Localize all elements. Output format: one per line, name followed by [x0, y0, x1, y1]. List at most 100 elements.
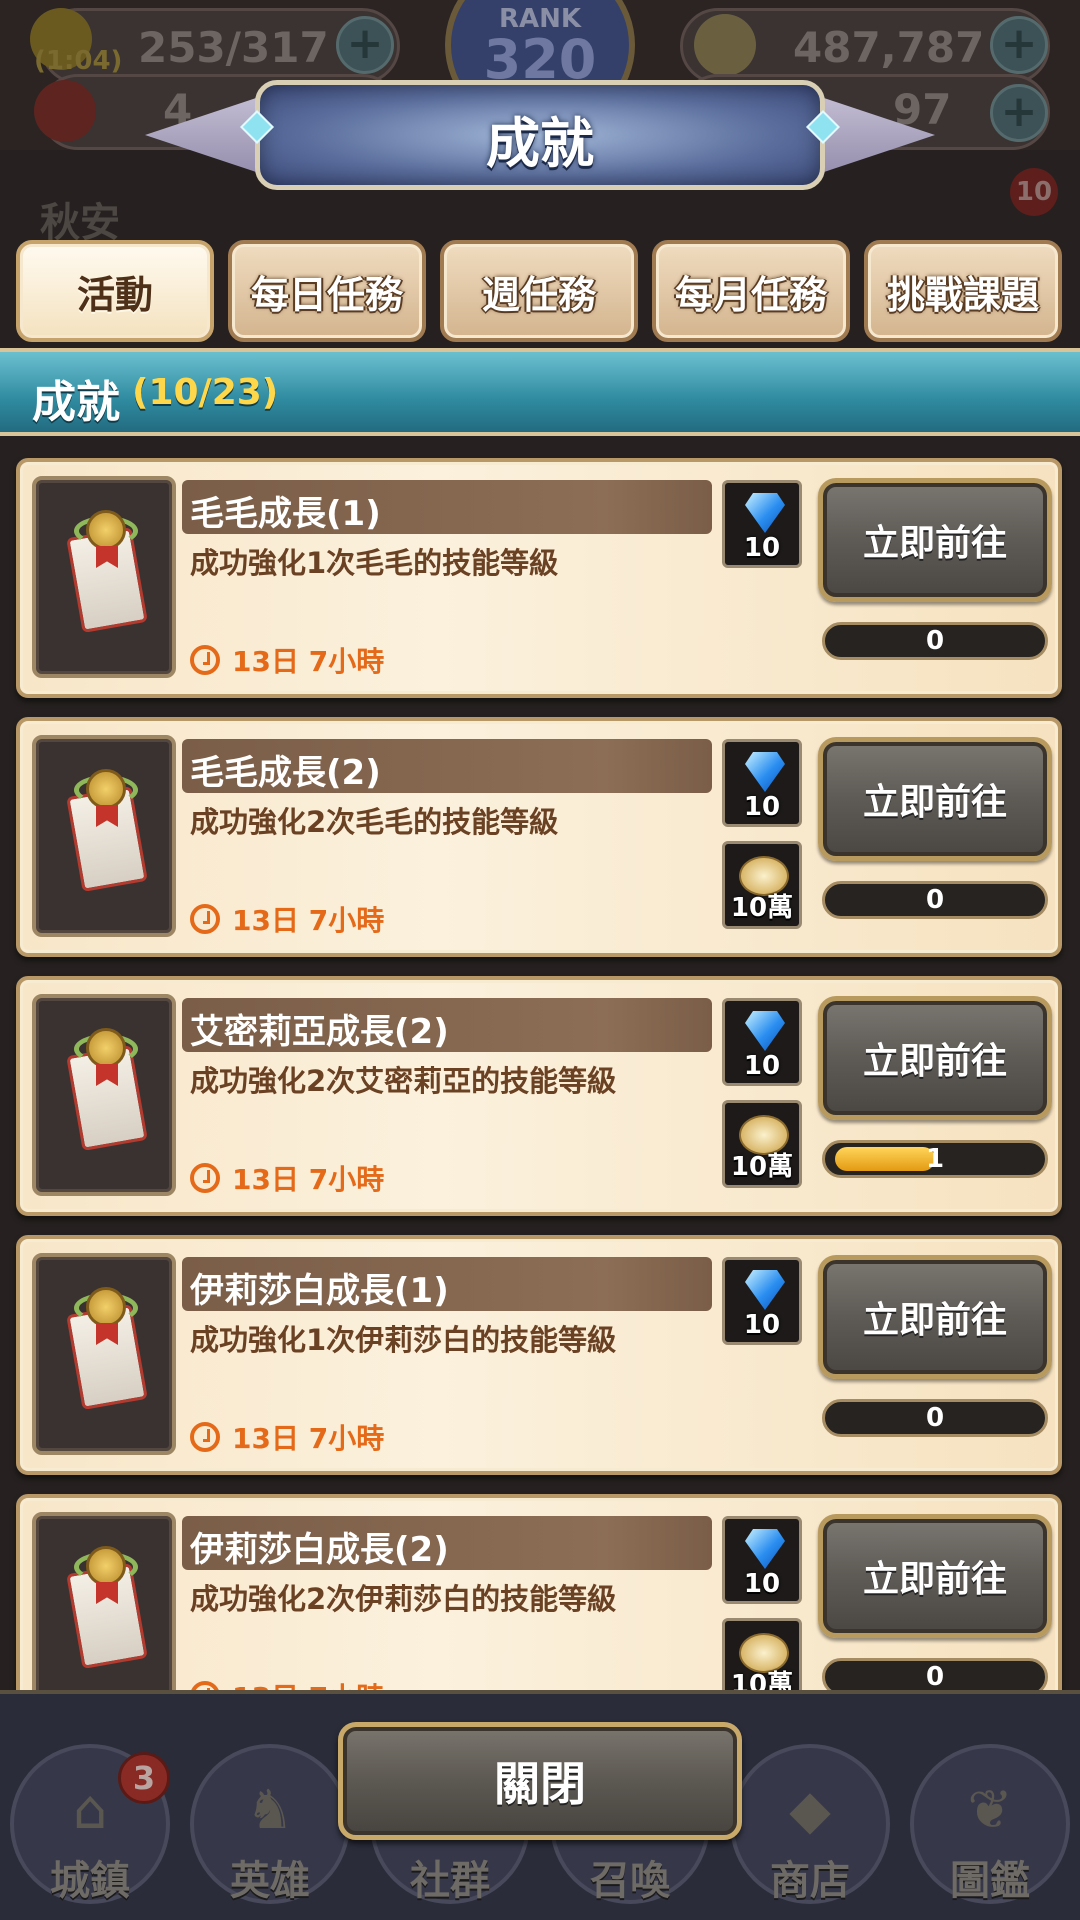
gem-icon — [745, 493, 785, 533]
reward-amount: 10 — [743, 1051, 781, 1081]
achievement-name: 艾密莉亞成長(2) — [190, 1012, 449, 1052]
reward-amount: 10萬 — [730, 1670, 794, 1690]
progress-bar: 0 — [822, 1399, 1048, 1437]
clock-icon — [190, 904, 220, 934]
gold-value: 487,787 — [793, 23, 985, 72]
progress-bar: 1 — [822, 1140, 1048, 1178]
clock-icon — [190, 645, 220, 675]
reward-amount: 10 — [743, 792, 781, 822]
tab-label: 挑戰課題 — [886, 272, 1039, 317]
reward-amount: 10萬 — [730, 1152, 794, 1182]
timer-text: 13日 7小時 — [232, 904, 385, 937]
tab-label: 每日任務 — [250, 272, 403, 317]
timer-text: 13日 7小時 — [232, 1163, 385, 1196]
go-now-button[interactable]: 立即前往 — [818, 1255, 1052, 1379]
reward-slot[interactable]: 10萬 — [722, 1100, 802, 1188]
tab-challenge[interactable]: 挑戰課題 — [864, 240, 1062, 342]
go-now-button[interactable]: 立即前往 — [818, 1514, 1052, 1638]
progress-value: 0 — [925, 626, 945, 656]
progress-value: 0 — [925, 1662, 945, 1690]
nav-shop[interactable]: ◆ 商店 — [730, 1744, 890, 1904]
add-gold-button[interactable]: + — [990, 16, 1048, 74]
section-header: 成就 (10/23) — [0, 348, 1080, 436]
nav-hero[interactable]: ♞ 英雄 — [190, 1744, 350, 1904]
energy-value: 253/317 — [138, 23, 329, 72]
achievement-icon-frame — [32, 1253, 176, 1455]
achievement-name: 伊莉莎白成長(2) — [190, 1530, 449, 1570]
add-gems-button[interactable]: + — [990, 84, 1048, 142]
add-energy-button[interactable]: + — [336, 16, 394, 74]
achievement-description: 成功強化2次毛毛的技能等級 — [190, 805, 559, 839]
achievement-timer: 13日 7小時 — [190, 1417, 384, 1457]
scroll-medal-icon — [60, 769, 152, 895]
nav-label: 社群 — [410, 1858, 490, 1904]
achievement-card: 艾密莉亞成長(2) 成功強化2次艾密莉亞的技能等級 13日 7小時 10 10萬… — [16, 976, 1062, 1216]
achievement-description: 成功強化1次毛毛的技能等級 — [190, 546, 559, 580]
achievement-icon-frame — [32, 994, 176, 1196]
dialog-title-banner: 成就 — [145, 75, 935, 195]
nav-codex[interactable]: ❦ 圖鑑 — [910, 1744, 1070, 1904]
achievement-description: 成功強化2次艾密莉亞的技能等級 — [190, 1064, 617, 1098]
clock-icon — [190, 1163, 220, 1193]
close-button[interactable]: 關閉 — [338, 1722, 742, 1840]
achievement-name: 毛毛成長(1) — [190, 494, 381, 534]
achievement-description: 成功強化2次伊莉莎白的技能等級 — [190, 1582, 617, 1616]
achievement-name: 毛毛成長(2) — [190, 753, 381, 793]
energy-timer: (1:04) — [34, 46, 123, 76]
achievement-description: 成功強化1次伊莉莎白的技能等級 — [190, 1323, 617, 1357]
notification-badge: 10 — [1010, 168, 1058, 216]
nav-label: 商店 — [770, 1858, 850, 1904]
timer-text: 13日 7小時 — [232, 1676, 384, 1690]
reward-slot[interactable]: 10萬 — [722, 841, 802, 929]
achievement-card: 毛毛成長(1) 成功強化1次毛毛的技能等級 13日 7小時 10 立即前往 0 — [16, 458, 1062, 698]
nav-label: 圖鑑 — [950, 1858, 1030, 1904]
nav-label: 召喚 — [590, 1858, 670, 1904]
progress-bar: 0 — [822, 622, 1048, 660]
achievement-timer: 13日 7小時 — [190, 899, 384, 939]
achievement-name: 伊莉莎白成長(1) — [190, 1271, 449, 1311]
nav-label: 城鎮 — [50, 1858, 130, 1904]
go-now-button[interactable]: 立即前往 — [818, 996, 1052, 1120]
gem-icon — [745, 1270, 785, 1310]
town-badge: 3 — [118, 1752, 170, 1804]
progress-bar: 0 — [822, 1658, 1048, 1690]
nav-label: 英雄 — [230, 1858, 310, 1904]
reward-slot[interactable]: 10 — [722, 998, 802, 1086]
tab-monthly[interactable]: 每月任務 — [652, 240, 850, 342]
reward-amount: 10 — [743, 1569, 781, 1599]
reward-amount: 10 — [743, 1310, 781, 1340]
tab-weekly[interactable]: 週任務 — [440, 240, 638, 342]
gem-icon — [745, 1011, 785, 1051]
go-now-button[interactable]: 立即前往 — [818, 737, 1052, 861]
tab-bar: 活動 每日任務 週任務 每月任務 挑戰課題 — [16, 240, 1066, 344]
hero-icon: ♞ — [245, 1778, 295, 1841]
achievement-list[interactable]: 毛毛成長(1) 成功強化1次毛毛的技能等級 13日 7小時 10 立即前往 0 … — [0, 440, 1080, 1690]
tab-event[interactable]: 活動 — [16, 240, 214, 342]
section-count: (10/23) — [132, 372, 279, 413]
gem-icon — [745, 1529, 785, 1569]
section-title: 成就 — [32, 377, 120, 428]
reward-amount: 10萬 — [730, 893, 794, 923]
heart-icon — [34, 80, 96, 142]
achievement-icon-frame — [32, 735, 176, 937]
reward-slot[interactable]: 10萬 — [722, 1618, 802, 1690]
reward-slot[interactable]: 10 — [722, 739, 802, 827]
scroll-medal-icon — [60, 1287, 152, 1413]
achievement-timer: 13日 7小時 — [190, 1676, 384, 1690]
go-now-button[interactable]: 立即前往 — [818, 478, 1052, 602]
coin-icon — [694, 14, 756, 76]
tab-daily[interactable]: 每日任務 — [228, 240, 426, 342]
shop-icon: ◆ — [789, 1778, 831, 1841]
progress-bar: 0 — [822, 881, 1048, 919]
reward-slot[interactable]: 10 — [722, 480, 802, 568]
achievement-timer: 13日 7小時 — [190, 640, 384, 680]
codex-icon: ❦ — [967, 1778, 1013, 1841]
dialog-title: 成就 — [486, 112, 594, 175]
timer-text: 13日 7小時 — [232, 645, 385, 678]
reward-slot[interactable]: 10 — [722, 1516, 802, 1604]
clock-icon — [190, 1681, 220, 1690]
progress-value: 0 — [925, 885, 945, 915]
achievement-timer: 13日 7小時 — [190, 1158, 384, 1198]
achievement-card: 毛毛成長(2) 成功強化2次毛毛的技能等級 13日 7小時 10 10萬 立即前… — [16, 717, 1062, 957]
reward-slot[interactable]: 10 — [722, 1257, 802, 1345]
